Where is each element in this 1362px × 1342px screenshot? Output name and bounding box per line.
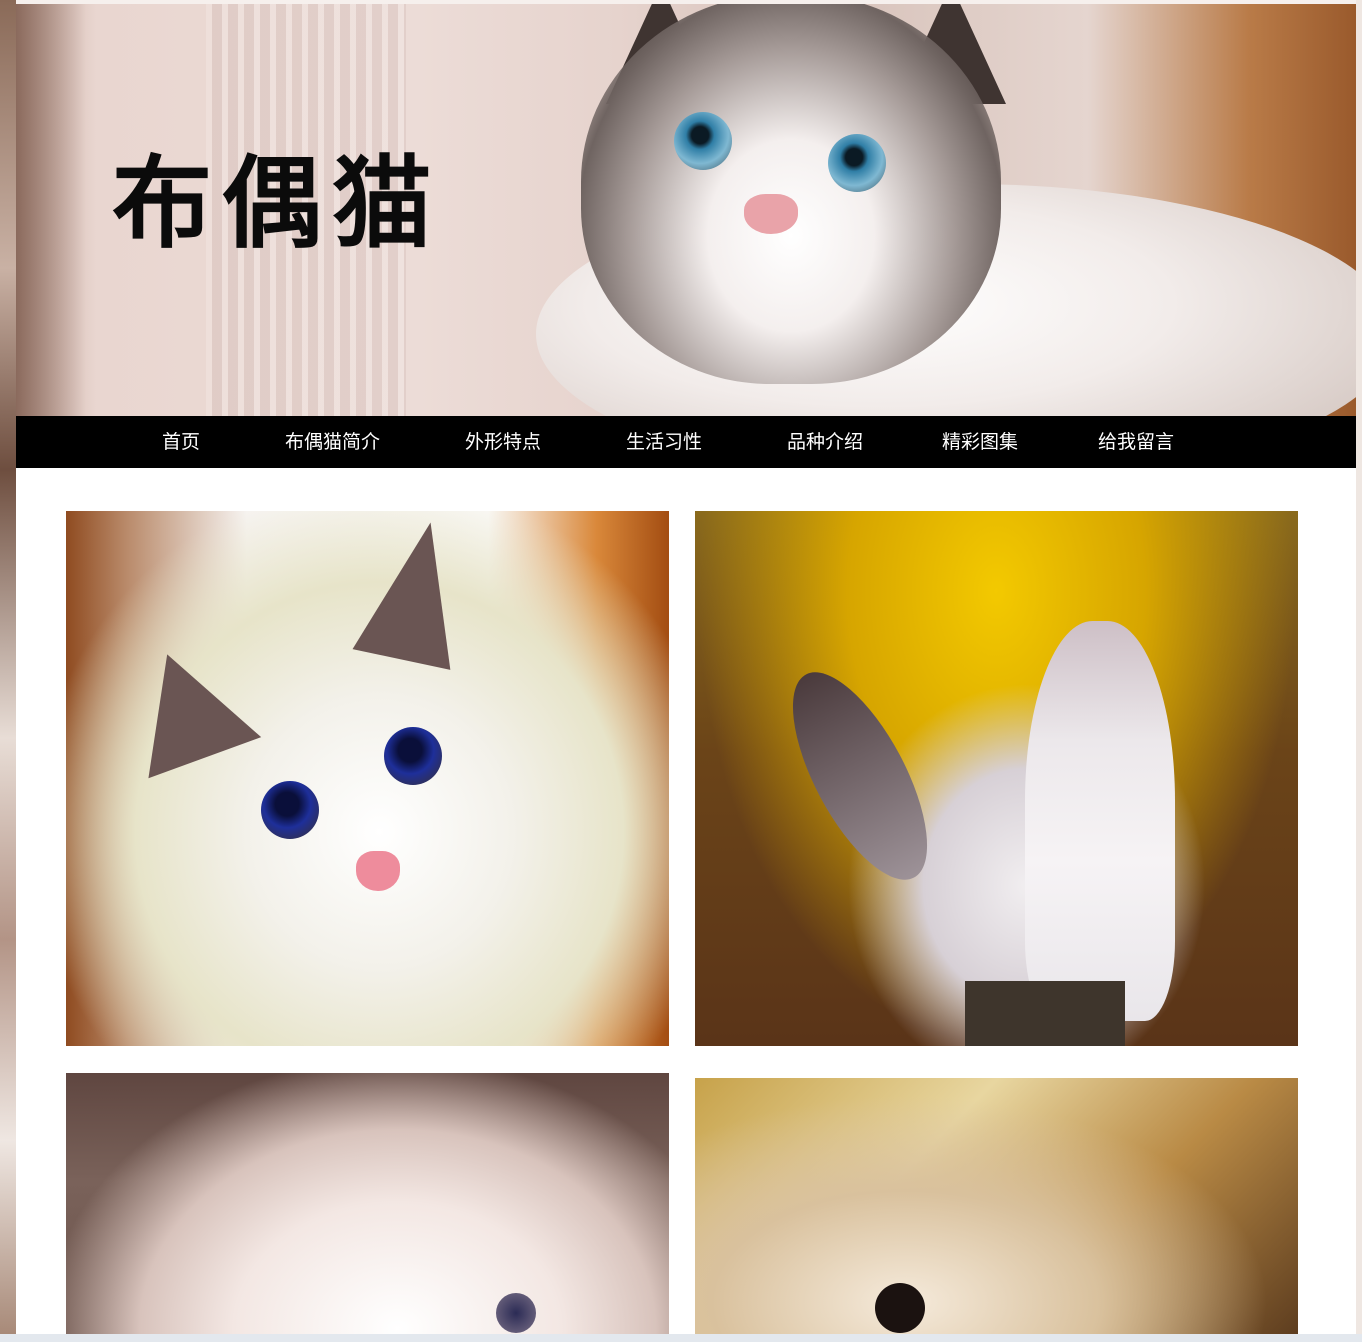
header-banner: 布偶猫	[16, 4, 1356, 416]
photo-cat-tail	[766, 653, 954, 899]
banner-cat-nose	[744, 194, 798, 234]
nav-item-intro[interactable]: 布偶猫简介	[285, 416, 380, 468]
photo-cat-body	[1025, 621, 1175, 1021]
photo-cat-eye	[875, 1283, 925, 1333]
nav-item-habits[interactable]: 生活习性	[626, 416, 702, 468]
photo-cat-eye	[496, 1293, 536, 1333]
site-title: 布偶猫	[112, 145, 442, 262]
photo-tree-stump	[965, 981, 1125, 1046]
banner-cat-eye-left	[674, 112, 732, 170]
photo-cat-nose	[356, 851, 400, 891]
gallery-photo-1[interactable]	[66, 511, 669, 1046]
gallery-photo-4[interactable]	[695, 1078, 1298, 1342]
main-navigation: 首页 布偶猫简介 外形特点 生活习性 品种介绍 精彩图集 给我留言	[16, 416, 1356, 468]
page-background-left	[0, 0, 16, 1342]
nav-item-appearance[interactable]: 外形特点	[465, 416, 541, 468]
photo-cat-ear	[110, 633, 262, 779]
gallery-photo-2[interactable]	[695, 511, 1298, 1046]
photo-cat-ear	[352, 512, 480, 670]
page-background-right	[1356, 0, 1362, 1342]
nav-item-home[interactable]: 首页	[162, 416, 200, 468]
gallery-photo-3[interactable]	[66, 1073, 669, 1342]
banner-cat-head	[581, 4, 1001, 384]
nav-item-breeds[interactable]: 品种介绍	[787, 416, 863, 468]
photo-cat-eye	[261, 781, 319, 839]
banner-shadow	[16, 4, 86, 416]
window-bottom-edge	[0, 1334, 1362, 1342]
nav-item-gallery[interactable]: 精彩图集	[942, 416, 1018, 468]
nav-item-message[interactable]: 给我留言	[1098, 416, 1174, 468]
banner-cat-eye-right	[828, 134, 886, 192]
photo-cat-eye	[384, 727, 442, 785]
